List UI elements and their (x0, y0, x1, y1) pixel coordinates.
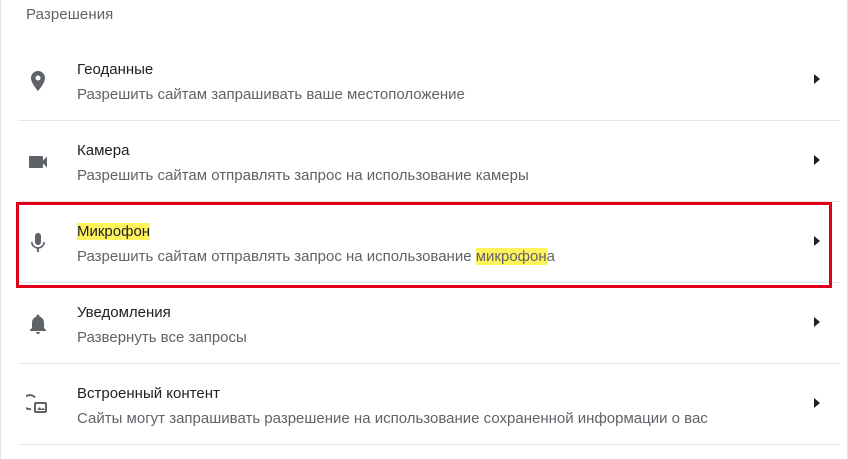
location-pin-icon (26, 69, 50, 93)
permissions-list: Геоданные Разрешить сайтам запрашивать в… (0, 40, 848, 445)
permission-title: Геоданные (77, 61, 154, 78)
description-text-end: а (546, 248, 555, 265)
permission-row-camera[interactable]: Камера Разрешить сайтам отправлять запро… (0, 121, 848, 202)
permission-description: Разрешить сайтам отправлять запрос на ис… (77, 167, 529, 184)
chevron-right-icon[interactable] (814, 155, 820, 165)
permission-row-microphone[interactable]: Микрофон Разрешить сайтам отправлять зап… (0, 202, 848, 283)
permission-description: Развернуть все запросы (77, 329, 247, 346)
search-highlight: Микрофон (77, 223, 151, 240)
microphone-icon (26, 231, 50, 255)
chevron-right-icon[interactable] (814, 317, 820, 327)
row-divider (18, 444, 840, 445)
chevron-right-icon[interactable] (814, 74, 820, 84)
search-highlight: микрофон (475, 248, 547, 265)
permission-description: Разрешить сайтам отправлять запрос на ис… (77, 248, 555, 266)
permission-row-notifications[interactable]: Уведомления Развернуть все запросы (0, 283, 848, 364)
videocam-icon (26, 150, 50, 174)
permission-title: Микрофон (77, 223, 151, 241)
permission-title: Уведомления (77, 304, 171, 321)
chevron-right-icon[interactable] (814, 236, 820, 246)
permission-title: Камера (77, 142, 130, 159)
permission-title: Встроенный контент (77, 385, 220, 402)
embedded-content-icon (26, 393, 50, 417)
permission-description: Разрешить сайтам запрашивать ваше местоп… (77, 86, 465, 103)
chevron-right-icon[interactable] (814, 398, 820, 408)
permission-row-location[interactable]: Геоданные Разрешить сайтам запрашивать в… (0, 40, 848, 121)
bell-icon (26, 312, 50, 336)
section-title: Разрешения (26, 6, 114, 23)
permissions-panel: Разрешения Геоданные Разрешить сайтам за… (0, 0, 848, 459)
description-text: Разрешить сайтам отправлять запрос на ис… (77, 248, 476, 265)
permission-description: Сайты могут запрашивать разрешение на ис… (77, 410, 708, 427)
permission-row-embedded-content[interactable]: Встроенный контент Сайты могут запрашива… (0, 364, 848, 445)
